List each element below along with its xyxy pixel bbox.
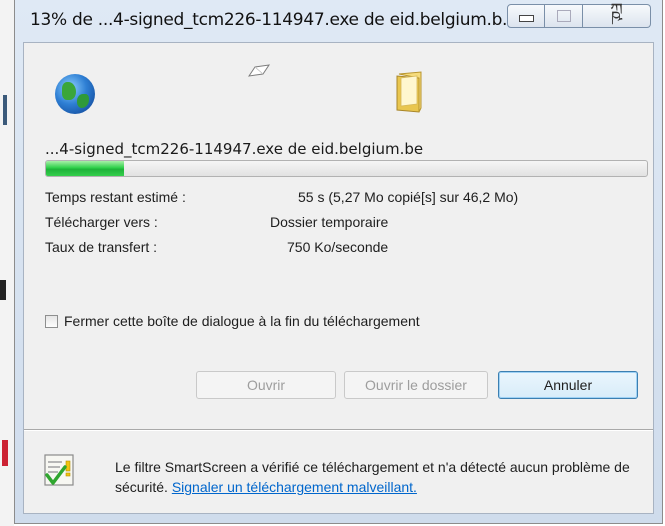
time-remaining-value: 55 s (5,27 Mo copié[s] sur 46,2 Mo) (298, 189, 519, 205)
close-on-finish-row[interactable]: Fermer cette boîte de dialogue à la fin … (45, 313, 420, 329)
folder-icon (396, 71, 422, 113)
window-title: 13% de ...4-signed_tcm226-114947.exe de … (30, 10, 518, 30)
globe-icon (55, 74, 95, 114)
close-on-finish-checkbox[interactable] (45, 314, 58, 328)
transfer-rate-value: 750 Ko/seconde (287, 239, 389, 255)
download-dialog: 13% de ...4-signed_tcm226-114947.exe de … (14, 0, 663, 524)
open-button[interactable]: Ouvrir (196, 371, 336, 399)
cancel-button[interactable]: Annuler (498, 371, 638, 399)
open-folder-button[interactable]: Ouvrir le dossier (344, 371, 488, 399)
transfer-animation (24, 43, 653, 138)
transfer-rate-label: Taux de transfert : (45, 239, 158, 255)
background-fragment (0, 280, 6, 300)
download-filename: ...4-signed_tcm226-114947.exe de eid.bel… (45, 140, 424, 158)
separator (24, 429, 653, 431)
maximize-icon (556, 10, 571, 22)
title-bar[interactable]: 13% de ...4-signed_tcm226-114947.exe de … (15, 0, 662, 42)
close-icon: ཀྵ (610, 0, 623, 21)
close-button[interactable]: ཀྵ (583, 0, 651, 28)
dialog-content: ...4-signed_tcm226-114947.exe de eid.bel… (23, 42, 654, 514)
smartscreen-shield-icon (44, 454, 74, 486)
smartscreen-message: Le filtre SmartScreen a vérifié ce téléc… (115, 457, 645, 497)
paper-icon (247, 64, 271, 77)
progress-bar-fill (46, 161, 125, 176)
maximize-button[interactable] (545, 4, 583, 28)
download-to-label: Télécharger vers : (45, 214, 158, 230)
download-progress-bar (45, 160, 648, 177)
time-remaining-label: Temps restant estimé : (45, 189, 186, 205)
download-to-value: Dossier temporaire (270, 214, 389, 230)
background-fragment (3, 95, 7, 125)
report-unsafe-download-link[interactable]: Signaler un téléchargement malveillant. (172, 479, 417, 495)
close-on-finish-label[interactable]: Fermer cette boîte de dialogue à la fin … (64, 313, 420, 329)
minimize-button[interactable] (507, 4, 545, 28)
minimize-icon (518, 14, 534, 22)
background-fragment (2, 440, 8, 466)
